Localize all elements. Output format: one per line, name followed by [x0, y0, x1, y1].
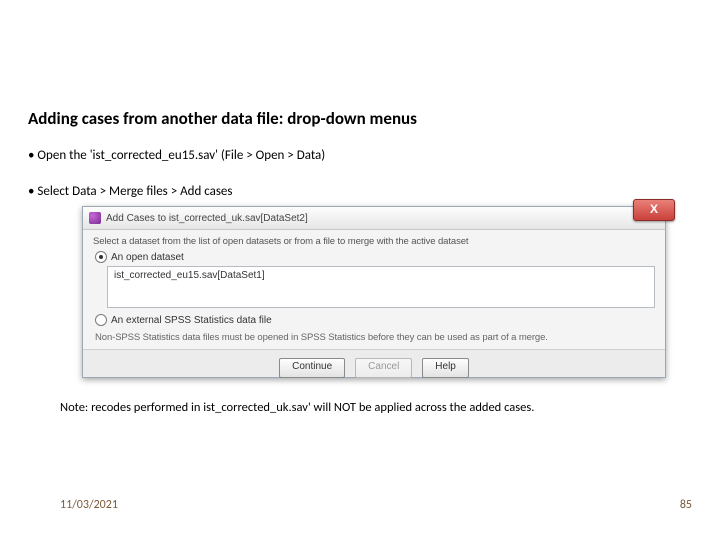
- close-button[interactable]: X: [633, 199, 675, 221]
- open-datasets-listbox[interactable]: ist_corrected_eu15.sav[DataSet1]: [107, 266, 655, 308]
- help-button[interactable]: Help: [422, 358, 469, 378]
- radio-open-dataset[interactable]: An open dataset: [95, 251, 655, 263]
- slide-note: Note: recodes performed in ist_corrected…: [60, 400, 534, 415]
- bullet-item: Select Data > Merge files > Add cases: [28, 182, 325, 202]
- continue-button[interactable]: Continue: [279, 358, 345, 378]
- bullet-item: Open the 'ist_corrected_eu15.sav' (File …: [28, 146, 325, 166]
- footer-page-number: 85: [680, 498, 692, 512]
- dialog-title: Add Cases to ist_corrected_uk.sav[DataSe…: [106, 213, 308, 224]
- radio-icon: [95, 251, 107, 263]
- radio-external-label: An external SPSS Statistics data file: [111, 315, 272, 326]
- dialog-hint: Non-SPSS Statistics data files must be o…: [95, 332, 655, 343]
- radio-icon: [95, 314, 107, 326]
- dialog-titlebar: Add Cases to ist_corrected_uk.sav[DataSe…: [83, 207, 665, 230]
- dialog-button-bar: Continue Cancel Help: [83, 349, 665, 377]
- dialog-body: Select a dataset from the list of open d…: [83, 230, 665, 347]
- radio-external-file[interactable]: An external SPSS Statistics data file: [95, 314, 655, 326]
- footer-date: 11/03/2021: [60, 498, 118, 512]
- add-cases-dialog: Add Cases to ist_corrected_uk.sav[DataSe…: [82, 206, 666, 378]
- spss-app-icon: [89, 212, 101, 224]
- list-item[interactable]: ist_corrected_eu15.sav[DataSet1]: [112, 269, 650, 282]
- radio-open-label: An open dataset: [111, 252, 184, 263]
- dialog-instruction: Select a dataset from the list of open d…: [93, 236, 655, 247]
- slide-title: Adding cases from another data file: dro…: [28, 108, 417, 129]
- cancel-button[interactable]: Cancel: [355, 358, 412, 378]
